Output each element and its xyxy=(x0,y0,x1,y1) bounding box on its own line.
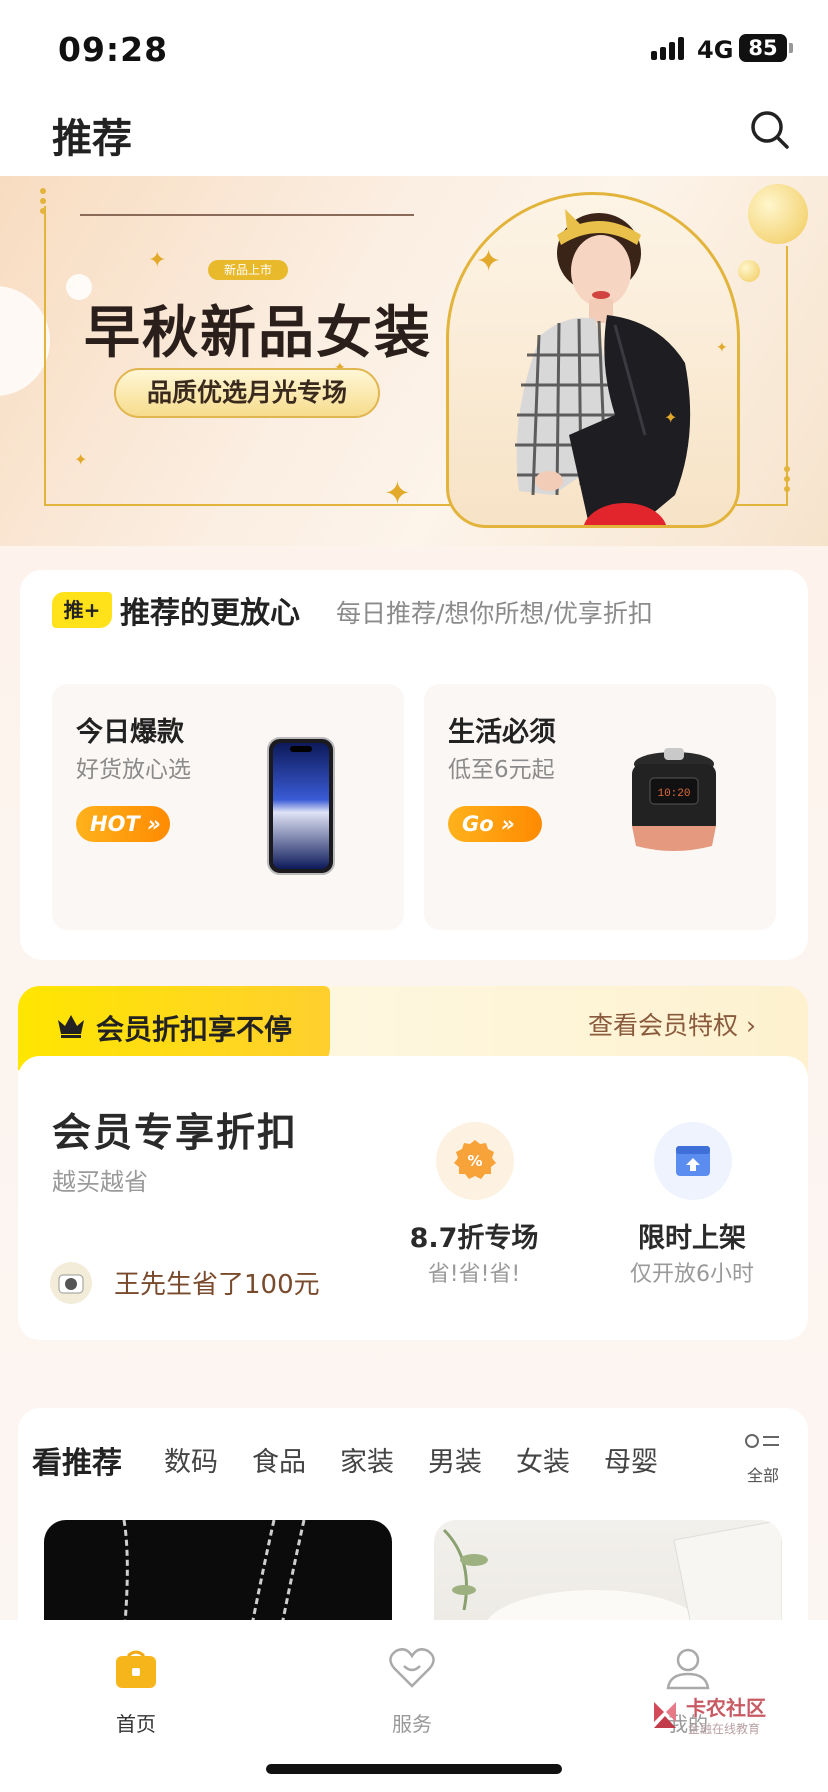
sparkle-icon: ✦ xyxy=(476,244,502,279)
tab-service[interactable]: 服务 xyxy=(342,1634,482,1744)
banner-title: 早秋新品女装 xyxy=(84,301,432,366)
page-title: 推荐 xyxy=(52,116,132,162)
deal-title: 生活必须 xyxy=(448,717,556,748)
saver-avatar xyxy=(50,1262,92,1304)
battery-tip xyxy=(789,43,793,53)
member-subtitle: 越买越省 xyxy=(52,1168,148,1196)
feed-tab-digital[interactable]: 数码 xyxy=(164,1440,218,1479)
decor-bubble xyxy=(0,286,50,396)
watermark-icon xyxy=(654,1702,676,1728)
feed-tab-menswear[interactable]: 男装 xyxy=(428,1440,482,1479)
watermark-title: 卡农社区 xyxy=(686,1696,766,1720)
deal-subtitle: 好货放心选 xyxy=(76,757,191,783)
list-icon xyxy=(745,1434,779,1448)
promo-banner[interactable]: ✦ ✦ ✦ ✦ 新品上市 早秋新品女装 品质优选月光专场 xyxy=(0,176,828,546)
perk-subtitle: 省!省!省! xyxy=(427,1262,521,1287)
battery-icon: 85 xyxy=(739,34,787,62)
recommend-card: 推+ 推荐的更放心 每日推荐/想你所想/优享折扣 今日爆款 好货放心选 HOT … xyxy=(20,570,808,960)
perk-title: 限时上架 xyxy=(638,1223,746,1254)
deal-card-daily[interactable]: 生活必须 低至6元起 Go » 10:20 xyxy=(424,684,776,930)
home-indicator[interactable] xyxy=(266,1764,562,1774)
tab-label: 服务 xyxy=(392,1712,432,1736)
perk-subtitle: 仅开放6小时 xyxy=(630,1262,754,1287)
perk-title: 8.7折专场 xyxy=(409,1223,539,1254)
heart-icon xyxy=(389,1648,435,1688)
feed-tab-baby[interactable]: 母婴 xyxy=(604,1440,658,1479)
member-tab-label: 会员折扣享不停 xyxy=(96,1013,293,1046)
svg-text:10:20: 10:20 xyxy=(657,788,690,800)
feed-tab-recommend[interactable]: 看推荐 xyxy=(32,1438,122,1482)
sparkle-icon: ✦ xyxy=(384,474,411,512)
sparkle-icon: ✦ xyxy=(148,248,167,273)
feed-tab-womenswear[interactable]: 女装 xyxy=(516,1440,570,1479)
deal-title: 今日爆款 xyxy=(76,717,184,748)
tab-home[interactable]: 首页 xyxy=(66,1634,206,1744)
home-bag-icon xyxy=(116,1650,156,1688)
decor-bubble xyxy=(748,184,808,244)
banner-tag: 新品上市 xyxy=(208,260,288,280)
banner-divider xyxy=(80,214,414,216)
hot-button[interactable]: HOT » xyxy=(76,806,170,842)
header: 推荐 xyxy=(0,96,828,176)
go-label: Go xyxy=(462,812,494,836)
tab-label: 首页 xyxy=(116,1712,156,1736)
hot-label: HOT xyxy=(90,812,140,836)
search-icon[interactable] xyxy=(748,108,792,152)
crown-icon xyxy=(58,1015,84,1038)
member-card: 会员专享折扣 越买越省 王先生省了100元 % 8.7折专场 省!省!省! 限时… xyxy=(18,1056,808,1340)
deal-subtitle: 低至6元起 xyxy=(448,757,555,783)
percent-badge-icon[interactable]: % xyxy=(436,1122,514,1200)
sparkle-icon: ✦ xyxy=(716,340,728,356)
deal-card-hot[interactable]: 今日爆款 好货放心选 HOT » xyxy=(52,684,404,930)
feed-tabs: 看推荐 数码 食品 家装 男装 女装 母婴 xyxy=(32,1438,752,1481)
decor-dots xyxy=(40,188,46,218)
feed-tab-home[interactable]: 家装 xyxy=(340,1440,394,1479)
recommend-badge: 推+ xyxy=(52,592,112,628)
svg-text:%: % xyxy=(467,1152,482,1170)
status-bar: 09:28 4G 85 xyxy=(0,0,828,96)
decor-bubble xyxy=(738,260,760,282)
view-member-perks-link[interactable]: 查看会员特权 › xyxy=(588,1006,756,1042)
signal-icon xyxy=(651,36,687,60)
recommend-subtitle: 每日推荐/想你所想/优享折扣 xyxy=(336,599,653,628)
shelf-upload-icon[interactable] xyxy=(654,1122,732,1200)
recommend-title: 推荐的更放心 xyxy=(120,596,300,631)
watermark-subtitle: 金融在线教育 xyxy=(688,1722,761,1736)
sparkle-icon: ✦ xyxy=(74,450,88,469)
feed-tab-food[interactable]: 食品 xyxy=(252,1440,306,1479)
go-button[interactable]: Go » xyxy=(448,806,542,842)
pressure-cooker-image: 10:20 xyxy=(632,748,716,851)
banner-subtitle: 品质优选月光专场 xyxy=(114,368,380,418)
user-icon xyxy=(666,1648,710,1690)
decor-dots xyxy=(784,466,790,496)
status-time: 09:28 xyxy=(58,30,169,69)
feed-all-button[interactable]: 全部 xyxy=(738,1432,788,1485)
member-title: 会员专享折扣 xyxy=(52,1111,299,1156)
network-type: 4G xyxy=(697,36,734,64)
sparkle-icon: ✦ xyxy=(664,408,678,427)
model-photo xyxy=(446,192,740,528)
watermark-logo: 卡农社区 金融在线教育 xyxy=(648,1692,818,1742)
feed-all-label: 全部 xyxy=(746,1466,779,1485)
battery-level: 85 xyxy=(748,36,778,60)
smartphone-image xyxy=(267,737,335,875)
saver-message: 王先生省了100元 xyxy=(114,1270,320,1300)
